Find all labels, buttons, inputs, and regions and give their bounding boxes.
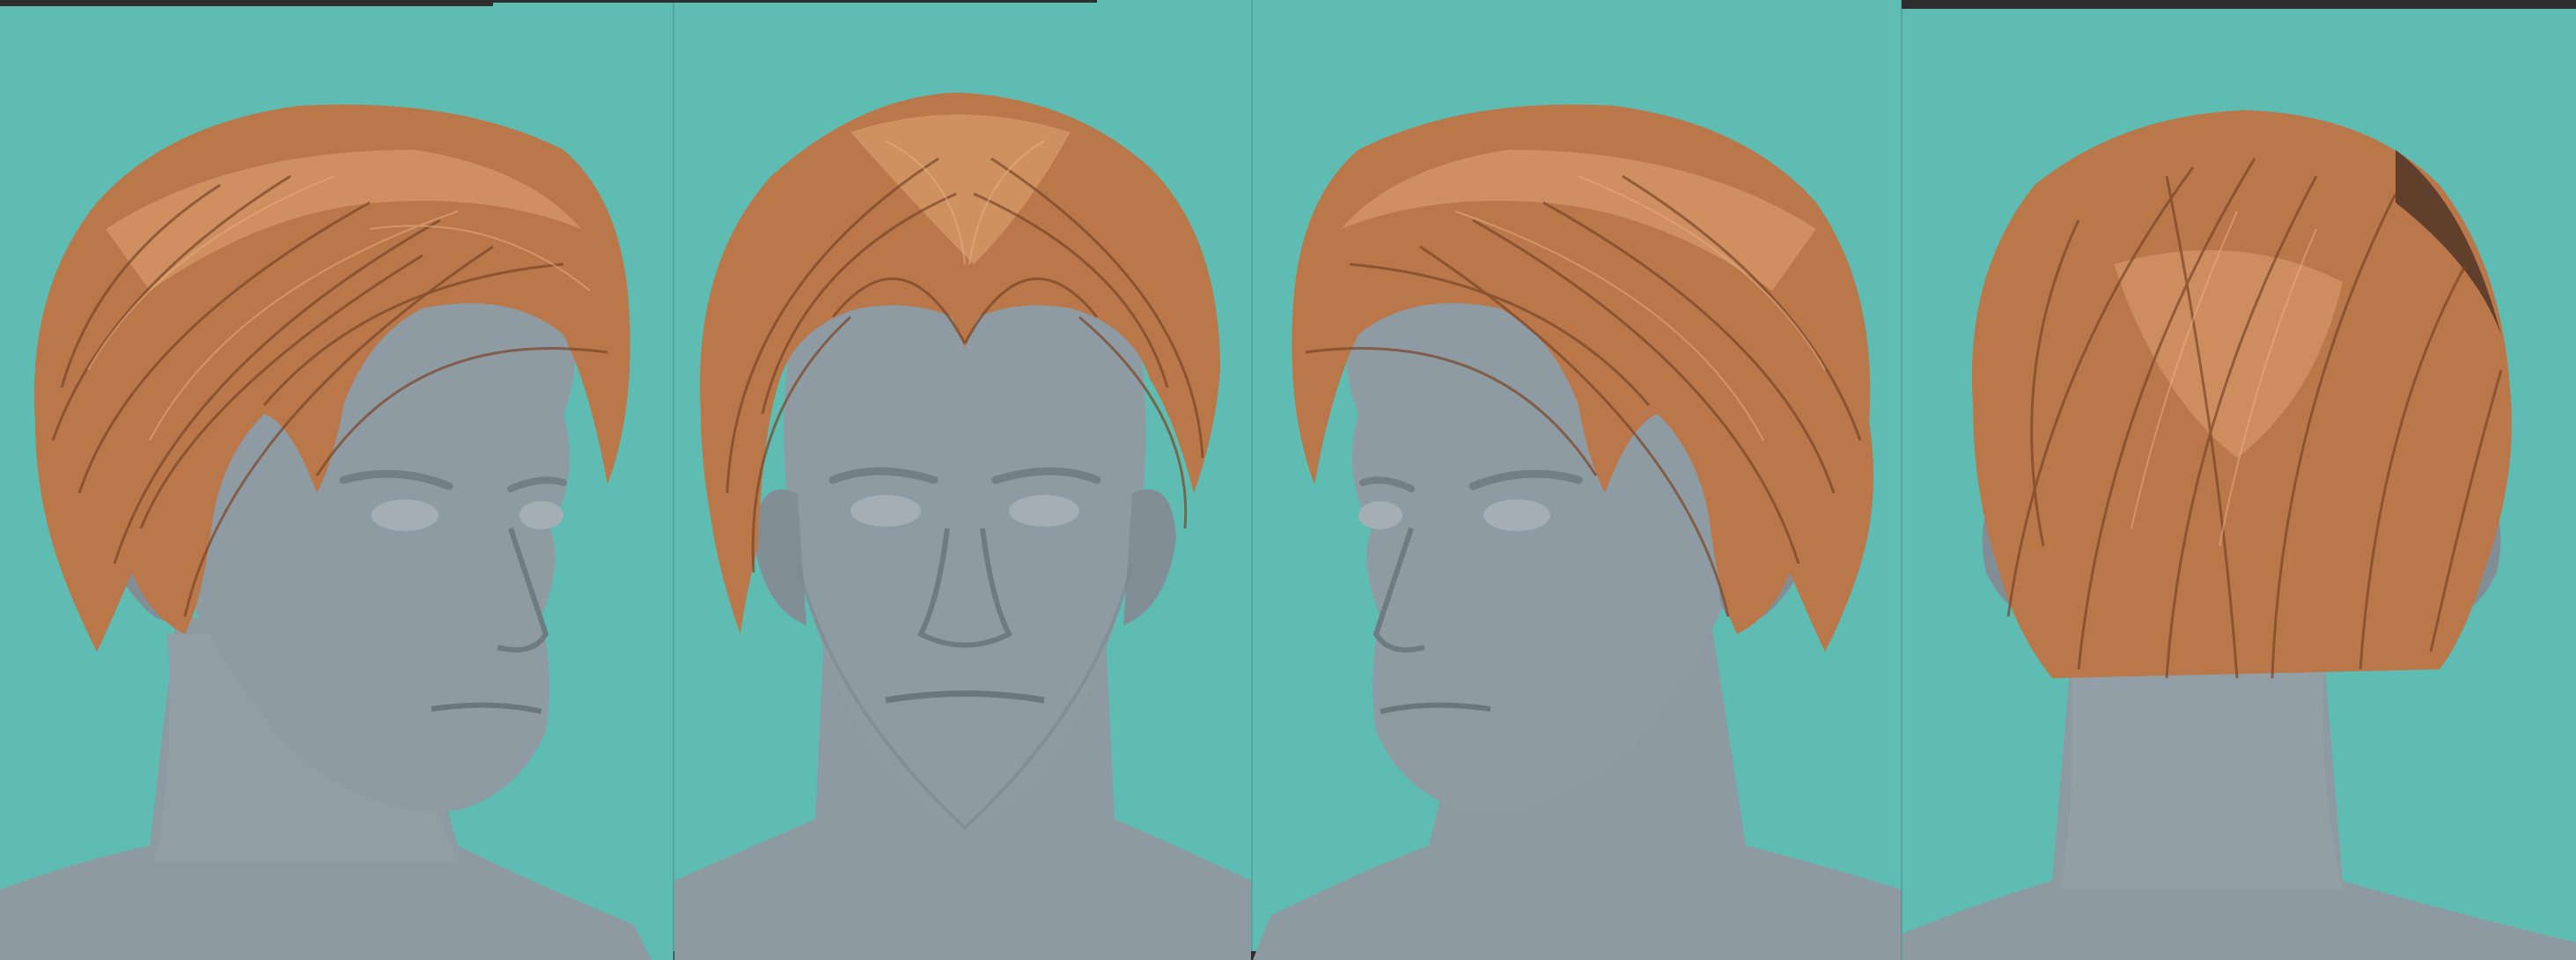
view-front — [674, 0, 1251, 960]
eye-left — [372, 499, 438, 531]
eye-right — [1009, 495, 1079, 527]
view-three-quarter-right — [1253, 0, 1902, 960]
neck — [2061, 652, 2343, 890]
ear-left — [754, 489, 806, 625]
eye-left — [850, 495, 921, 527]
hair-turnaround-image — [0, 0, 2576, 960]
eye-right — [1483, 499, 1550, 531]
eye-right — [519, 501, 563, 529]
ear-right — [1123, 489, 1176, 625]
view-three-quarter-left — [0, 0, 673, 960]
view-back — [1903, 0, 2576, 960]
eye-left — [1358, 501, 1402, 529]
